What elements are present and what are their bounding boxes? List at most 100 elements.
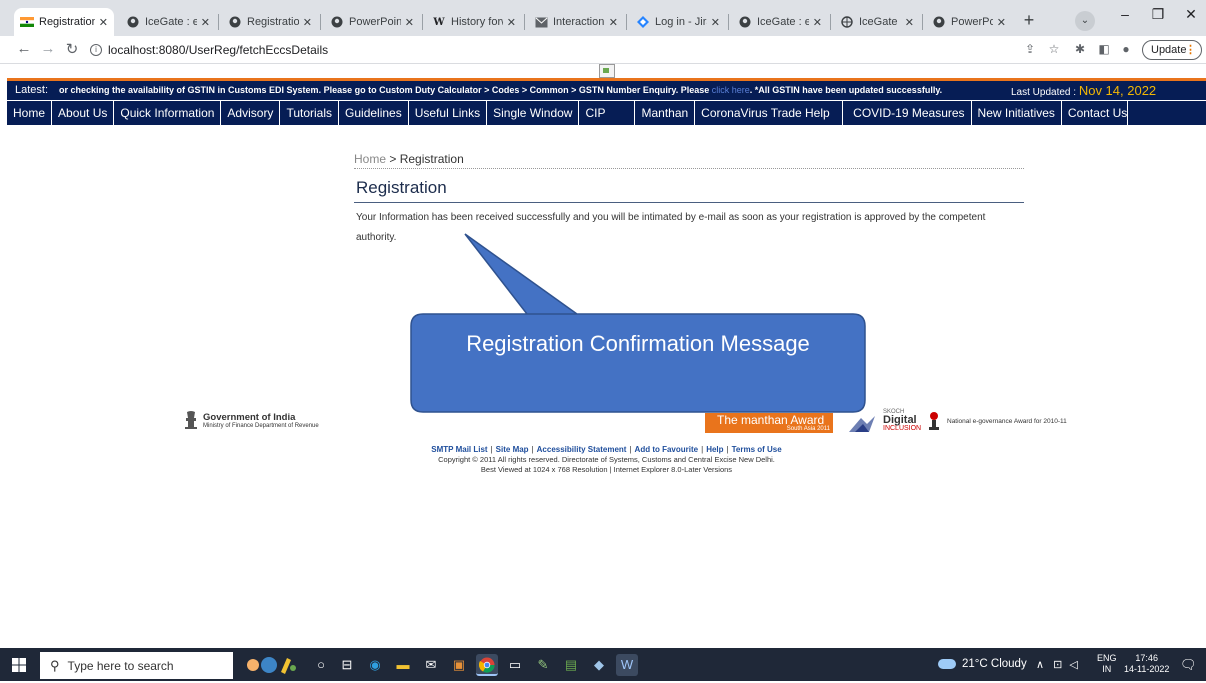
forward-icon[interactable]: → xyxy=(38,40,58,57)
chevron-down-icon[interactable]: ⌄ xyxy=(1075,11,1095,31)
tab-separator xyxy=(218,14,219,30)
reload-icon[interactable]: ↻ xyxy=(62,40,82,58)
address-bar[interactable]: i localhost:8080/UserReg/fetchEccsDetail… xyxy=(90,39,1020,61)
sidepanel-icon[interactable]: ◧ xyxy=(1096,42,1112,56)
tab-history[interactable]: W History forw ✕ xyxy=(426,8,522,36)
weather-widget[interactable]: 21°C Cloudy xyxy=(938,658,1027,670)
footer-link-terms[interactable]: Terms of Use xyxy=(732,445,782,454)
cortana-icon[interactable]: ○ xyxy=(310,654,332,676)
terminal-icon[interactable]: ▭ xyxy=(504,654,526,676)
share-icon[interactable]: ⇪ xyxy=(1022,42,1038,56)
tab-title: IceGate : e-C xyxy=(757,16,809,28)
network-icon[interactable]: ⊡ xyxy=(1053,659,1062,671)
notification-icon[interactable]: 🗨 xyxy=(1180,657,1197,673)
profile-icon[interactable]: ● xyxy=(1118,42,1134,56)
nav-covid-measures[interactable]: COVID-19 Measures xyxy=(843,101,972,125)
system-tray[interactable]: ∧ ⊡ ◁ xyxy=(1036,658,1078,671)
app-icon[interactable]: ▣ xyxy=(448,654,470,676)
close-icon[interactable]: ✕ xyxy=(711,16,720,29)
tab-jira[interactable]: Log in - Jira ✕ xyxy=(630,8,726,36)
close-icon[interactable]: ✕ xyxy=(507,16,516,29)
new-tab-button[interactable]: + xyxy=(1018,10,1040,32)
close-icon[interactable]: ✕ xyxy=(905,16,914,29)
tab-icegate[interactable]: IceGate : e-C ✕ xyxy=(120,8,216,36)
nav-new-initiatives[interactable]: New Initiatives xyxy=(972,101,1062,125)
file-explorer-icon[interactable]: ▬ xyxy=(392,654,414,676)
nav-coronavirus[interactable]: CoronaVirus Trade Help xyxy=(695,101,844,125)
nav-about-us[interactable]: About Us xyxy=(52,101,115,125)
tab-icegate-3[interactable]: IceGate : e-C ✕ xyxy=(834,8,920,36)
ticker-click-here-link[interactable]: click here xyxy=(712,85,750,95)
nav-manthan[interactable]: Manthan xyxy=(635,101,696,125)
close-icon[interactable]: ✕ xyxy=(609,16,618,29)
tab-icegate-2[interactable]: IceGate : e-C ✕ xyxy=(732,8,828,36)
clock[interactable]: 17:46 14-11-2022 xyxy=(1124,653,1169,675)
tab-interaction[interactable]: Interaction S ✕ xyxy=(528,8,624,36)
csi-award-logo[interactable] xyxy=(847,414,877,434)
footer-link-accessibility[interactable]: Accessibility Statement xyxy=(537,445,627,454)
close-icon[interactable]: ✕ xyxy=(99,16,108,29)
back-icon[interactable]: ← xyxy=(14,40,34,57)
breadcrumb-home-link[interactable]: Home xyxy=(354,152,386,166)
footer-link-smtp[interactable]: SMTP Mail List xyxy=(431,445,487,454)
app-2-icon[interactable]: ◆ xyxy=(588,654,610,676)
paint-icon[interactable]: ✎ xyxy=(532,654,554,676)
tab-title: History forw xyxy=(451,16,503,28)
news-widget-icon[interactable] xyxy=(242,654,298,676)
national-egov-award[interactable]: National e-governance Award for 2010-11 xyxy=(927,411,1067,431)
tab-powerpoint[interactable]: PowerPoint F ✕ xyxy=(324,8,420,36)
close-icon[interactable]: ✕ xyxy=(813,16,822,29)
goi-title: Government of India xyxy=(203,411,296,423)
goi-subtitle: Ministry of Finance Department of Revenu… xyxy=(203,422,319,429)
extensions-icon[interactable]: ✱ xyxy=(1072,42,1088,56)
edge-icon[interactable]: ◉ xyxy=(364,654,386,676)
nav-quick-information[interactable]: Quick Information xyxy=(114,101,222,125)
footer-link-help[interactable]: Help xyxy=(706,445,723,454)
windows-start-icon[interactable] xyxy=(12,658,26,672)
nav-guidelines[interactable]: Guidelines xyxy=(339,101,409,125)
tab-registration-active[interactable]: Registration ✕ xyxy=(14,8,114,36)
language-indicator[interactable]: ENG IN xyxy=(1097,653,1117,675)
speaker-icon[interactable]: ◁ xyxy=(1069,659,1077,671)
trophy-icon xyxy=(929,412,939,430)
update-button[interactable]: Update ⋮ xyxy=(1142,40,1202,60)
close-icon[interactable]: ✕ xyxy=(201,16,210,29)
nav-cip[interactable]: CIP xyxy=(579,101,636,125)
close-icon[interactable]: ✕ xyxy=(303,16,312,29)
nav-contact-us[interactable]: Contact Us xyxy=(1062,101,1128,125)
taskbar-search-box[interactable]: ⚲ Type here to search xyxy=(40,652,233,679)
last-updated: Last Updated : Nov 14, 2022 xyxy=(1011,83,1157,98)
government-of-india-logo[interactable]: Government of India Ministry of Finance … xyxy=(183,410,319,430)
tab-registration[interactable]: Registration ✕ xyxy=(222,8,318,36)
tab-title: Log in - Jira xyxy=(655,16,707,28)
browser-tab-strip: Registration ✕ IceGate : e-C ✕ Registrat… xyxy=(0,0,1206,36)
chrome-icon[interactable] xyxy=(476,654,498,676)
info-icon[interactable]: i xyxy=(90,44,102,56)
nav-home[interactable]: Home xyxy=(7,101,53,125)
task-view-icon[interactable]: ⊟ xyxy=(336,654,358,676)
mail-icon[interactable]: ✉ xyxy=(420,654,442,676)
star-icon[interactable]: ☆ xyxy=(1046,42,1062,56)
footer-link-favourite[interactable]: Add to Favourite xyxy=(635,445,699,454)
minimize-icon[interactable]: – xyxy=(1115,6,1135,22)
close-icon[interactable]: ✕ xyxy=(997,16,1006,29)
news-ticker: Latest: or checking the availability of … xyxy=(7,81,1206,100)
chevron-up-icon[interactable]: ∧ xyxy=(1036,659,1044,671)
browser-toolbar: ← → ↻ i localhost:8080/UserReg/fetchEccs… xyxy=(0,36,1206,64)
nav-single-window[interactable]: Single Window xyxy=(487,101,580,125)
restore-icon[interactable]: ❐ xyxy=(1148,6,1168,23)
excel-icon[interactable]: ▤ xyxy=(560,654,582,676)
word-icon[interactable]: W xyxy=(616,654,638,676)
tab-powerpoint-2[interactable]: PowerPoint F ✕ xyxy=(926,8,1012,36)
nav-advisory[interactable]: Advisory xyxy=(221,101,281,125)
search-placeholder: Type here to search xyxy=(67,658,174,673)
skoch-award-logo[interactable]: SKOCH Digital INCLUSION xyxy=(883,409,923,435)
close-icon[interactable]: ✕ xyxy=(405,16,414,29)
manthan-award-logo[interactable]: The manthan Award South Asia 2011 xyxy=(705,413,833,433)
window-close-icon[interactable]: ✕ xyxy=(1181,6,1201,23)
tab-title: PowerPoint F xyxy=(951,16,993,28)
skoch-inclusion: INCLUSION xyxy=(883,425,922,432)
footer-link-sitemap[interactable]: Site Map xyxy=(496,445,529,454)
nav-tutorials[interactable]: Tutorials xyxy=(280,101,340,125)
nav-useful-links[interactable]: Useful Links xyxy=(409,101,488,125)
